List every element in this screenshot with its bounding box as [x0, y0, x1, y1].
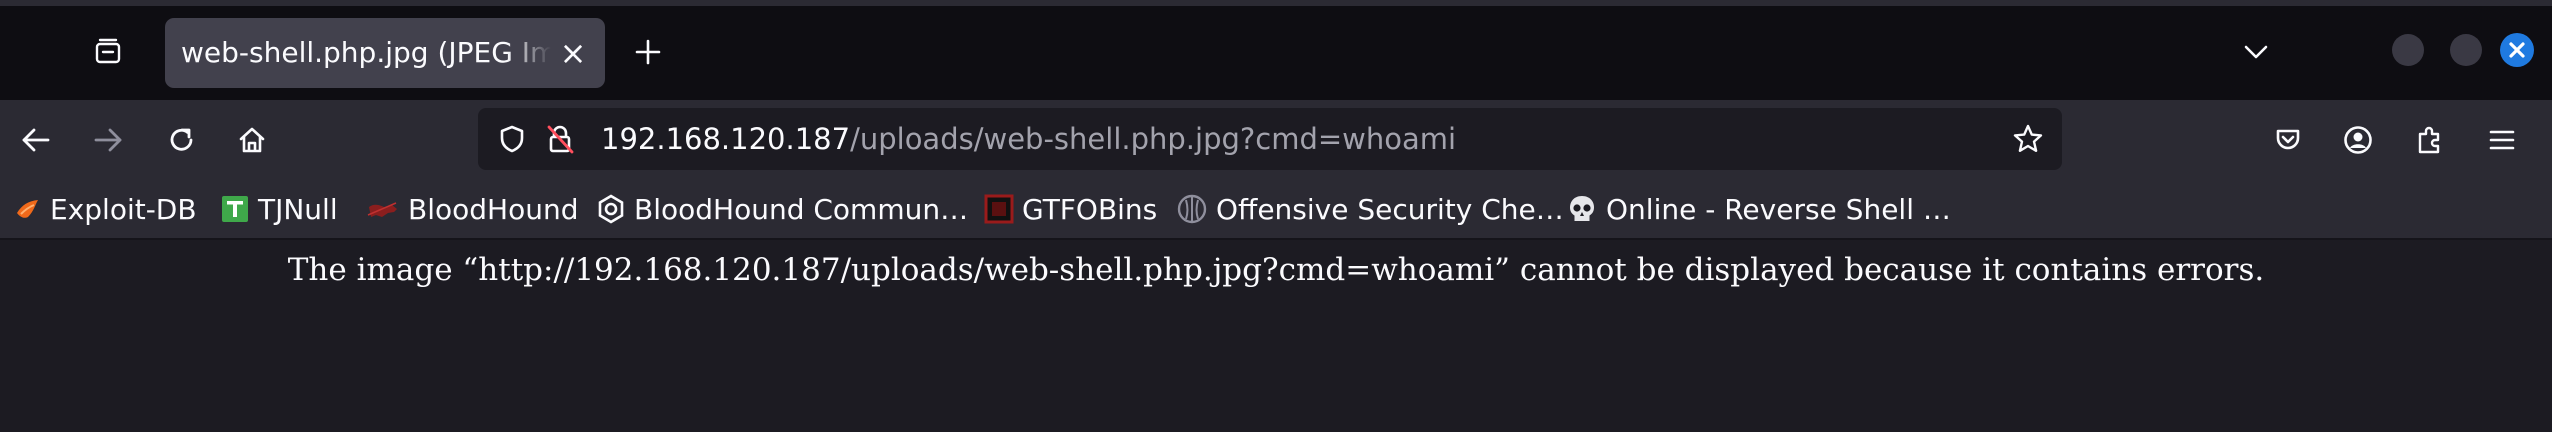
home-icon[interactable] — [232, 120, 272, 160]
insecure-lock-icon[interactable] — [540, 119, 580, 159]
skull-icon — [1570, 196, 1594, 221]
back-arrow-icon[interactable] — [16, 120, 56, 160]
tjnull-icon — [222, 196, 248, 222]
account-icon[interactable] — [2338, 120, 2378, 160]
browser-window: web-shell.php.jpg (JPEG Image, 1×1 pixel… — [0, 0, 2552, 432]
window-top-edge — [0, 0, 2552, 6]
tab-close-icon[interactable]: × — [555, 35, 591, 71]
exploit-db-icon — [17, 200, 38, 218]
bookmark-label: Online - Reverse Shell … — [1606, 192, 1951, 226]
bookmark-tjnull[interactable]: TJNull — [220, 180, 338, 238]
url-path: /uploads/web-shell.php.jpg?cmd=whoami — [850, 122, 1457, 156]
bookmark-label: TJNull — [258, 192, 338, 226]
page-content: The image “http://192.168.120.187/upload… — [0, 240, 2552, 432]
bloodhound-community-icon — [598, 194, 624, 224]
image-error-message: The image “http://192.168.120.187/upload… — [287, 252, 2265, 288]
window-close-button[interactable] — [2500, 33, 2534, 67]
close-x-icon — [2509, 42, 2525, 58]
bookmarks-toolbar: Exploit-DB TJNull BloodHound BloodHound … — [0, 180, 2552, 240]
bookmark-label: Exploit-DB — [50, 192, 197, 226]
bookmark-offensive-security[interactable]: Offensive Security Che… — [1176, 180, 1564, 238]
bookmark-label: Offensive Security Che… — [1216, 192, 1564, 226]
gtfobins-icon — [984, 194, 1014, 224]
bookmark-label: GTFOBins — [1022, 192, 1158, 226]
url-host: 192.168.120.187 — [601, 122, 851, 156]
menu-icon[interactable] — [2482, 120, 2522, 160]
extensions-icon[interactable] — [2410, 120, 2450, 160]
minimize-button[interactable] — [2392, 34, 2424, 66]
bookmark-star-icon[interactable] — [2008, 119, 2048, 159]
bookmark-gtfobins[interactable]: GTFOBins — [984, 180, 1157, 238]
bookmark-reverse-shell[interactable]: Online - Reverse Shell … — [1566, 180, 1951, 238]
shield-icon[interactable] — [492, 119, 532, 159]
tab-active[interactable]: web-shell.php.jpg (JPEG Image, 1×1 pixel… — [165, 18, 605, 88]
address-bar[interactable]: 192.168.120.187/uploads/web-shell.php.jp… — [478, 108, 2062, 170]
list-all-tabs-icon[interactable] — [2238, 34, 2274, 70]
bookmark-bloodhound-community[interactable]: BloodHound Commun… — [596, 180, 968, 238]
tab-title: web-shell.php.jpg (JPEG Image, 1×1 pixel… — [181, 36, 551, 69]
tab-overview-icon[interactable] — [88, 32, 128, 72]
bookmark-exploit-db[interactable]: Exploit-DB — [14, 180, 197, 238]
bookmark-label: BloodHound Commun… — [634, 192, 969, 226]
new-tab-icon[interactable] — [628, 32, 668, 72]
url-text[interactable]: 192.168.120.187/uploads/web-shell.php.jp… — [601, 108, 1456, 170]
bloodhound-icon — [367, 202, 397, 217]
pocket-icon[interactable] — [2268, 120, 2308, 160]
reload-icon[interactable] — [162, 120, 202, 160]
navigation-toolbar: 192.168.120.187/uploads/web-shell.php.jp… — [0, 100, 2552, 180]
forward-arrow-icon[interactable] — [88, 120, 128, 160]
bookmark-bloodhound[interactable]: BloodHound — [366, 180, 578, 238]
offsec-icon — [1177, 194, 1207, 224]
tab-strip: web-shell.php.jpg (JPEG Image, 1×1 pixel… — [0, 0, 2552, 100]
maximize-button[interactable] — [2450, 34, 2482, 66]
bookmark-label: BloodHound — [408, 192, 579, 226]
